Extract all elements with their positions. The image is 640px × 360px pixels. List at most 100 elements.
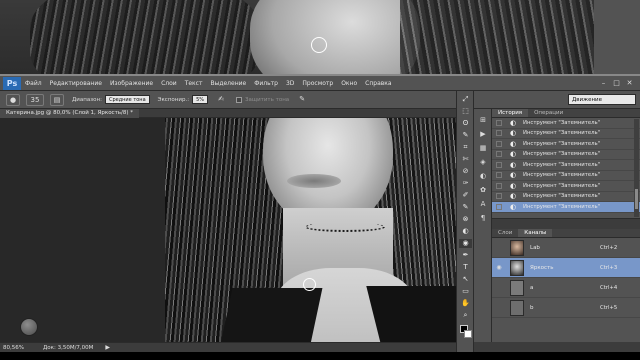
channel-shortcut: Ctrl+2 xyxy=(600,244,618,251)
range-select[interactable]: Средние тона xyxy=(104,95,150,104)
navigator-handle-icon[interactable] xyxy=(20,318,38,336)
marquee-tool-icon[interactable]: ⬚ xyxy=(459,107,472,116)
exposure-label: Экспонир.: xyxy=(157,96,190,103)
history-panel-icon[interactable]: ⊞ xyxy=(477,115,489,125)
history-item[interactable]: ◐ Инструмент "Затемнитель" xyxy=(492,160,640,171)
menu-window[interactable]: Окно xyxy=(337,76,361,91)
channel-row[interactable]: b Ctrl+5 xyxy=(492,298,640,318)
menu-filter[interactable]: Фильтр xyxy=(250,76,282,91)
history-brush-tool-icon[interactable]: ✎ xyxy=(459,203,472,212)
dodge-tool-icon: ◐ xyxy=(509,171,517,180)
channel-row[interactable]: ◉ Яркость Ctrl+3 xyxy=(492,258,640,278)
pressure-icon[interactable]: ✎ xyxy=(295,94,309,106)
document-tab[interactable]: Катерина.jpg @ 80,0% (Слой 1, Яркость/8)… xyxy=(0,109,140,118)
channel-label: b xyxy=(530,304,534,311)
airbrush-icon[interactable]: ✍ xyxy=(214,94,228,106)
history-checkbox[interactable] xyxy=(496,119,502,126)
adjustments-panel-icon[interactable]: ◐ xyxy=(477,171,489,181)
pen-tool-icon[interactable]: ✒ xyxy=(459,251,472,260)
canvas-area[interactable] xyxy=(0,118,456,342)
dodge-tool-icon: ◐ xyxy=(509,160,517,169)
menu-type[interactable]: Текст xyxy=(181,76,207,91)
exposure-input[interactable]: 5% xyxy=(192,95,208,104)
protect-tones-label: Защитить тона xyxy=(245,96,290,103)
slice-tool-icon[interactable]: ✄ xyxy=(459,155,472,164)
move-tool-icon[interactable]: ⤢ xyxy=(459,95,472,104)
menu-select[interactable]: Выделение xyxy=(206,76,250,91)
history-checkbox[interactable] xyxy=(496,172,502,179)
quick-select-tool-icon[interactable]: ✎ xyxy=(459,131,472,140)
brush-panel-icon[interactable]: ▤ xyxy=(50,93,64,106)
character-panel-icon[interactable]: A xyxy=(477,199,489,209)
paragraph-panel-icon[interactable]: ¶ xyxy=(477,213,489,223)
maximize-icon[interactable]: □ xyxy=(611,78,622,88)
lasso-tool-icon[interactable]: ʘ xyxy=(459,119,472,128)
brush-tool-icon[interactable]: ✑ xyxy=(459,179,472,188)
tool-preset-icon[interactable]: ● xyxy=(6,93,20,106)
shape-tool-icon[interactable]: ▭ xyxy=(459,287,472,296)
menu-view[interactable]: Просмотр xyxy=(298,76,337,91)
history-scrollbar[interactable] xyxy=(634,119,639,217)
history-item[interactable]: ◐ Инструмент "Затемнитель" xyxy=(492,171,640,181)
secondary-tool-column: ✎ ▮ T xyxy=(594,0,640,76)
tab-actions[interactable]: Операции xyxy=(528,109,569,117)
history-item-current[interactable]: ◐ Инструмент "Затемнитель" xyxy=(492,202,640,213)
menu-image[interactable]: Изображение xyxy=(106,76,157,91)
tab-layers[interactable]: Слои xyxy=(492,229,518,237)
styles-panel-icon[interactable]: ◈ xyxy=(477,157,489,167)
eraser-tool-icon[interactable]: ⊗ xyxy=(459,215,472,224)
history-item-label: Инструмент "Затемнитель" xyxy=(523,203,601,210)
history-checkbox[interactable] xyxy=(496,161,502,168)
background-color-swatch[interactable] xyxy=(464,330,472,338)
history-checkbox[interactable] xyxy=(496,151,502,158)
history-checkbox[interactable] xyxy=(496,203,502,210)
crop-tool-icon[interactable]: ⌗ xyxy=(459,143,472,152)
menu-help[interactable]: Справка xyxy=(361,76,395,91)
letterbox-bottom xyxy=(0,352,640,360)
workspace-select[interactable]: Движение xyxy=(568,94,636,105)
close-icon[interactable]: ✕ xyxy=(624,78,635,88)
document-image[interactable] xyxy=(165,118,456,342)
history-item-label: Инструмент "Затемнитель" xyxy=(523,182,601,189)
document-tab-bar: Катерина.jpg @ 80,0% (Слой 1, Яркость/8)… xyxy=(0,109,456,118)
history-item[interactable]: ◐ Инструмент "Затемнитель" xyxy=(492,129,640,139)
minimize-icon[interactable]: – xyxy=(598,78,609,88)
dodge-burn-tool-icon[interactable]: ◉ xyxy=(459,239,472,248)
channel-label: Яркость xyxy=(530,264,554,271)
channel-row[interactable]: a Ctrl+4 xyxy=(492,278,640,298)
actions-panel-icon[interactable]: ▶ xyxy=(477,129,489,139)
tab-channels[interactable]: Каналы xyxy=(518,229,553,237)
menu-layers[interactable]: Слои xyxy=(157,76,181,91)
brush-size-picker[interactable]: 35 xyxy=(26,93,44,106)
channel-row[interactable]: Lab Ctrl+2 xyxy=(492,238,640,258)
history-item[interactable]: ◐ Инструмент "Затемнитель" xyxy=(492,181,640,192)
history-item[interactable]: ◐ Инструмент "Затемнитель" xyxy=(492,139,640,150)
brush-presets-icon[interactable]: ✿ xyxy=(477,185,489,195)
history-item[interactable]: ◐ Инструмент "Затемнитель" xyxy=(492,192,640,202)
eye-icon[interactable]: ◉ xyxy=(494,264,504,271)
history-item[interactable]: ◐ Инструмент "Затемнитель" xyxy=(492,150,640,160)
history-checkbox[interactable] xyxy=(496,140,502,147)
swatches-panel-icon[interactable]: ▦ xyxy=(477,143,489,153)
zoom-level[interactable]: 80,56% xyxy=(3,345,33,351)
gradient-tool-icon[interactable]: ◐ xyxy=(459,227,472,236)
ps-logo-icon: Ps xyxy=(3,76,21,90)
history-checkbox[interactable] xyxy=(496,130,502,137)
zoom-tool-icon[interactable]: ⌕ xyxy=(459,311,472,320)
path-select-tool-icon[interactable]: ↖ xyxy=(459,275,472,284)
hand-tool-icon[interactable]: ✋ xyxy=(459,299,472,308)
image-jacket-right xyxy=(366,286,456,342)
protect-tones-checkbox[interactable] xyxy=(236,96,242,103)
history-item[interactable]: ◐ Инструмент "Затемнитель" xyxy=(492,118,640,129)
status-menu-icon[interactable]: ▶ xyxy=(105,344,110,351)
menu-3d[interactable]: 3D xyxy=(282,76,298,91)
type-tool-icon[interactable]: T xyxy=(459,263,472,272)
image-jacket-left xyxy=(217,288,323,342)
menu-edit[interactable]: Редактирование xyxy=(46,76,106,91)
history-checkbox[interactable] xyxy=(496,193,502,200)
tab-history[interactable]: История xyxy=(492,109,529,117)
stamp-tool-icon[interactable]: ✐ xyxy=(459,191,472,200)
menu-file[interactable]: Файл xyxy=(21,76,46,91)
healing-tool-icon[interactable]: ⊘ xyxy=(459,167,472,176)
history-checkbox[interactable] xyxy=(496,182,502,189)
